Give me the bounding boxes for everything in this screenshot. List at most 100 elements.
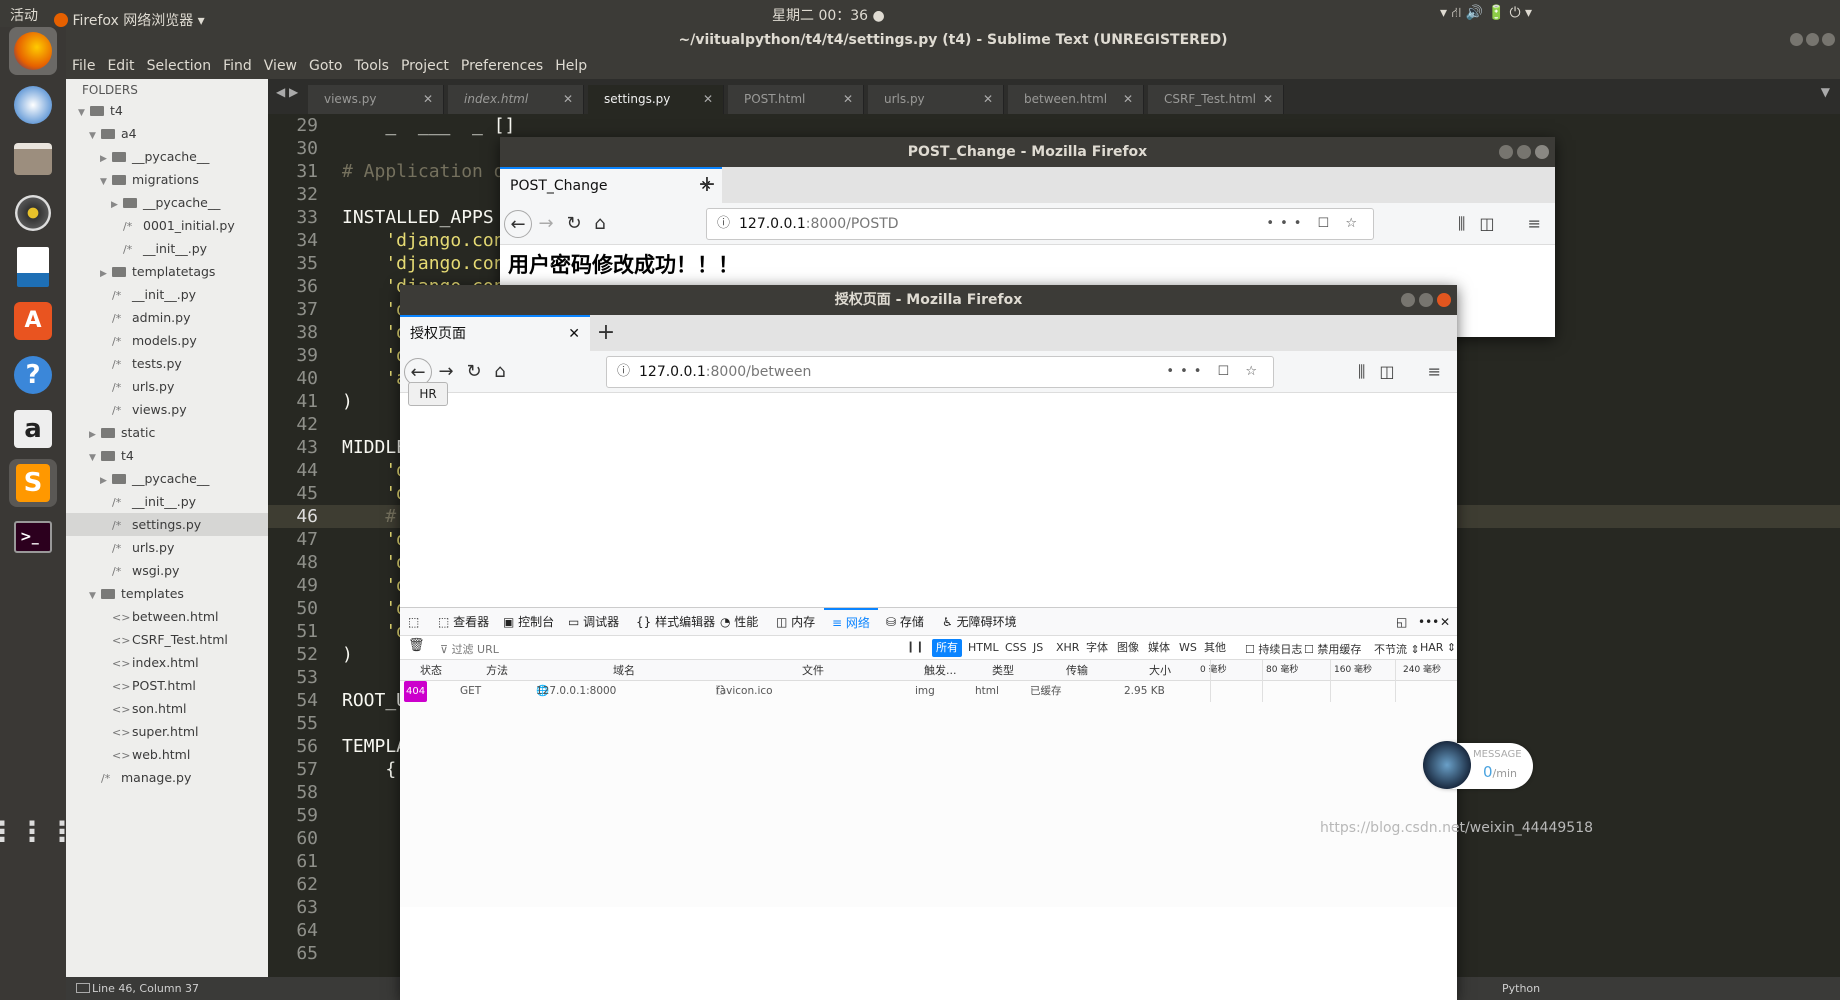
file-item[interactable]: /* urls.py — [66, 536, 268, 559]
close-tab-icon[interactable]: ✕ — [983, 85, 993, 114]
file-item[interactable]: /* __init__.py — [66, 283, 268, 306]
help-launcher-icon[interactable]: ? — [9, 351, 57, 399]
menu-goto[interactable]: Goto — [303, 54, 348, 74]
editor-tab[interactable]: urls.py ✕ — [868, 85, 1004, 114]
devtools-tab-inspector[interactable]: ⬚ 查看器 — [438, 608, 489, 636]
firefox-launcher-icon[interactable] — [9, 27, 57, 75]
writer-launcher-icon[interactable] — [9, 243, 57, 291]
toolbar-icons[interactable]: ⫼◫ ≡ — [1458, 210, 1555, 238]
filter-images[interactable]: 图像 — [1113, 639, 1143, 657]
forward-button[interactable]: → — [532, 210, 560, 238]
col-type[interactable]: 类型 — [992, 660, 1014, 681]
url-bar[interactable]: ⓘ 127.0.0.1:8000/between ••• ☐ ☆ — [606, 356, 1274, 388]
terminal-launcher-icon[interactable]: >_ — [9, 513, 57, 561]
filter-other[interactable]: 其他 — [1200, 639, 1230, 657]
site-info-icon[interactable]: ⓘ — [717, 209, 730, 239]
close-tab-icon[interactable]: ✕ — [703, 85, 713, 114]
close-tab-icon[interactable]: ✕ — [563, 85, 573, 114]
table-row[interactable]: 404 GET 🌐 127.0.0.1:8000 🗋 favicon.ico i… — [400, 681, 1457, 702]
menu-tools[interactable]: Tools — [348, 54, 395, 74]
devtools-tab-style-editor[interactable]: {} 样式编辑器 — [636, 608, 715, 636]
file-item[interactable]: /* wsgi.py — [66, 559, 268, 582]
site-info-icon[interactable]: ⓘ — [617, 357, 630, 387]
minimize-button[interactable] — [1401, 293, 1415, 307]
folder-item[interactable]: ▼ templates — [66, 582, 268, 605]
firefox-app-menu[interactable]: Firefox 网络浏览器 ▾ — [54, 5, 205, 29]
toolbar-icons[interactable]: ⫼◫ ≡ — [1358, 358, 1455, 386]
file-item[interactable]: <> web.html — [66, 743, 268, 766]
editor-tab[interactable]: CSRF_Test.html ✕ — [1148, 85, 1284, 114]
reload-button[interactable]: ↻ — [460, 358, 488, 386]
file-item[interactable]: /* 0001_initial.py — [66, 214, 268, 237]
col-status[interactable]: 状态 — [420, 660, 442, 681]
close-tab-icon[interactable]: ✕ — [568, 317, 580, 351]
browser-tab[interactable]: POST_Change ✕ — [500, 167, 722, 203]
editor-tab[interactable]: POST.html ✕ — [728, 85, 864, 114]
show-apps-icon[interactable]: ⋮⋮⋮ — [0, 807, 76, 855]
menu-view[interactable]: View — [258, 54, 303, 74]
file-item[interactable]: <> son.html — [66, 697, 268, 720]
col-method[interactable]: 方法 — [486, 660, 508, 681]
close-tab-icon[interactable]: ✕ — [843, 85, 853, 114]
maximize-button[interactable] — [1419, 293, 1433, 307]
element-picker-icon[interactable]: ⬚ — [408, 608, 419, 636]
sublime-window-controls[interactable] — [1790, 33, 1835, 47]
editor-tab[interactable]: index.html ✕ — [448, 85, 584, 114]
disable-cache-checkbox[interactable]: ☐ 禁用缓存 — [1304, 641, 1361, 657]
file-item[interactable]: /* tests.py — [66, 352, 268, 375]
folder-item[interactable]: ▶ templatetags — [66, 260, 268, 283]
new-tab-button[interactable]: + — [692, 167, 722, 203]
thunderbird-launcher-icon[interactable] — [9, 81, 57, 129]
throttle-select[interactable]: 不节流 ⇕ — [1374, 641, 1420, 657]
dock-side-icon[interactable]: ◱ — [1396, 608, 1407, 636]
devtools-tab-accessibility[interactable]: ♿ 无障碍环境 — [942, 608, 1017, 636]
col-file[interactable]: 文件 — [802, 660, 824, 681]
file-item[interactable]: /* admin.py — [66, 306, 268, 329]
filter-url-input[interactable]: ⊽ 过滤 URL — [440, 641, 499, 657]
amazon-launcher-icon[interactable]: a — [9, 405, 57, 453]
tab-overflow-icon[interactable]: ▼ — [1821, 85, 1830, 99]
url-bar[interactable]: ⓘ 127.0.0.1:8000/POSTD ••• ☐ ☆ — [706, 208, 1374, 240]
clear-trash-icon[interactable]: 🗑 — [408, 638, 425, 653]
pause-icon[interactable]: ❙❙ — [906, 640, 924, 653]
persist-log-checkbox[interactable]: ☐ 持续日志 — [1245, 641, 1302, 657]
page-actions-icon[interactable]: ••• ☐ ☆ — [1166, 357, 1263, 387]
close-tab-icon[interactable]: ✕ — [1123, 85, 1133, 114]
folder-item[interactable]: ▼ t4 — [66, 99, 268, 122]
close-tab-icon[interactable]: ✕ — [1263, 85, 1273, 114]
menu-selection[interactable]: Selection — [141, 54, 218, 74]
system-tray[interactable]: ▾ ⛙ 🔊 🔋 ⏻ ▾ — [1440, 5, 1532, 23]
devtools-menu-icon[interactable]: ••• — [1418, 608, 1439, 636]
devtools-tab-debugger[interactable]: ▭ 调试器 — [568, 608, 619, 636]
file-item[interactable]: <> between.html — [66, 605, 268, 628]
col-transferred[interactable]: 传输 — [1066, 660, 1088, 681]
folder-item[interactable]: ▶ __pycache__ — [66, 191, 268, 214]
filter-xhr[interactable]: XHR — [1052, 639, 1083, 657]
file-item[interactable]: <> index.html — [66, 651, 268, 674]
file-item[interactable]: <> super.html — [66, 720, 268, 743]
col-cause[interactable]: 触发... — [924, 660, 957, 681]
folder-item[interactable]: ▼ t4 — [66, 444, 268, 467]
close-window-button[interactable] — [1535, 145, 1549, 159]
reload-button[interactable]: ↻ — [560, 210, 588, 238]
activities-button[interactable]: 活动 — [10, 5, 38, 25]
editor-tab[interactable]: views.py ✕ — [308, 85, 444, 114]
folder-item[interactable]: ▶ static — [66, 421, 268, 444]
menu-find[interactable]: Find — [217, 54, 258, 74]
devtools-tab-performance[interactable]: ◔ 性能 — [720, 608, 758, 636]
home-button[interactable]: ⌂ — [486, 358, 514, 386]
rhythmbox-launcher-icon[interactable] — [9, 189, 57, 237]
file-item[interactable]: <> POST.html — [66, 674, 268, 697]
files-launcher-icon[interactable] — [9, 135, 57, 183]
file-item[interactable]: /* __init__.py — [66, 490, 268, 513]
filter-all[interactable]: 所有 — [932, 639, 962, 657]
back-button[interactable]: ← — [504, 210, 532, 238]
file-item[interactable]: /* views.py — [66, 398, 268, 421]
filter-fonts[interactable]: 字体 — [1082, 639, 1112, 657]
page-actions-icon[interactable]: ••• ☐ ☆ — [1266, 209, 1363, 239]
editor-tab[interactable]: between.html ✕ — [1008, 85, 1144, 114]
clock[interactable]: 星期二 00：36 ● — [772, 5, 885, 25]
filter-html[interactable]: HTML — [964, 639, 1003, 657]
devtools-tab-console[interactable]: ▣ 控制台 — [503, 608, 554, 636]
filter-media[interactable]: 媒体 — [1144, 639, 1174, 657]
